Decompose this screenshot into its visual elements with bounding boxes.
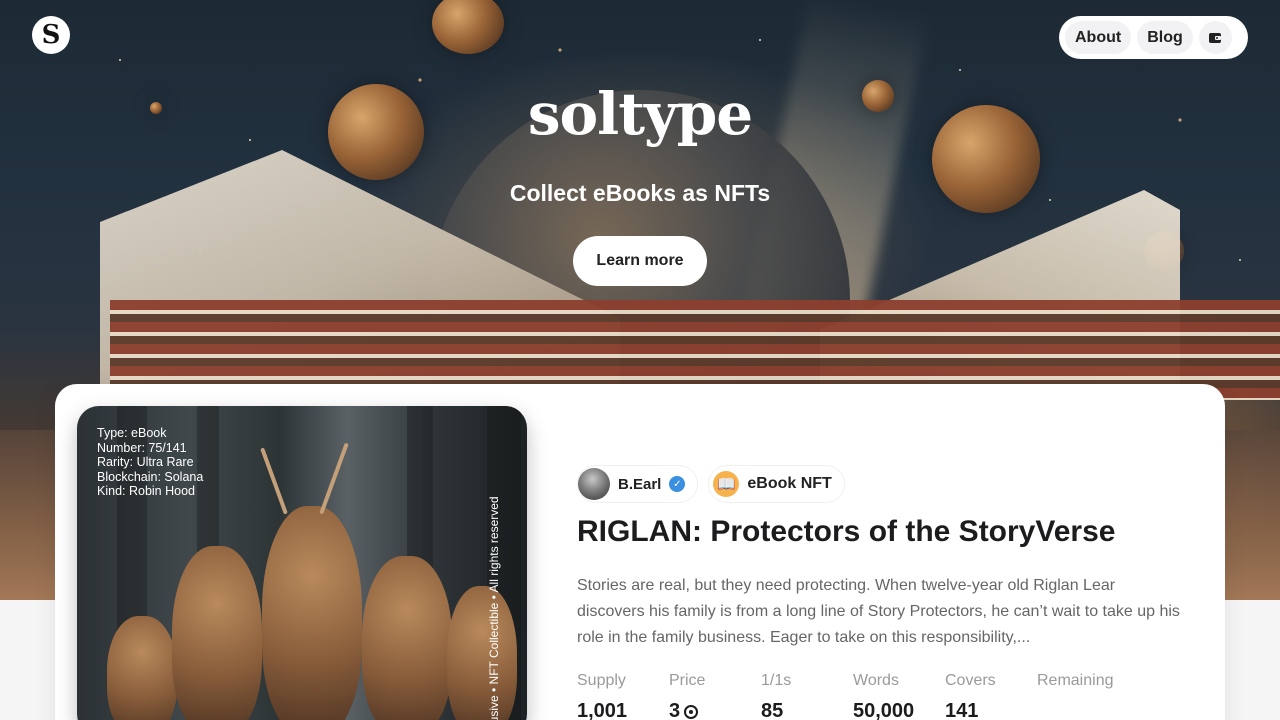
- stat-value-text: 1,001: [577, 700, 628, 720]
- hero-tagline: Collect eBooks as NFTs: [509, 180, 771, 206]
- stat-value: 3: [669, 700, 761, 720]
- category-label: eBook NFT: [747, 475, 832, 492]
- stat-label: Supply: [577, 672, 626, 689]
- brand-wordmark: soltype: [527, 80, 753, 148]
- logo-letter: S: [41, 20, 61, 50]
- stat-label: Words: [853, 672, 899, 689]
- stat-label: Price: [669, 672, 706, 689]
- deer-illustration: [172, 546, 262, 720]
- cover-meta-line: Type: eBook: [97, 426, 167, 440]
- stat-value-text: 141: [945, 700, 979, 720]
- author-avatar: [578, 468, 610, 500]
- deer-illustration: [107, 616, 177, 720]
- deer-illustration: [262, 506, 362, 720]
- deer-illustration: [362, 556, 452, 720]
- stat-one-of-ones: 1/1s 85: [761, 672, 853, 720]
- stat-value: 1,001: [577, 700, 669, 720]
- stat-supply: Supply 1,001: [577, 672, 669, 720]
- deer-illustration: [447, 586, 517, 720]
- cover-side-text: lusive • NFT Collectible • All rights re…: [487, 496, 501, 720]
- book-stats: Supply 1,001 Price 3 1/1s 85 Words 50,00…: [577, 672, 1129, 720]
- cover-meta-line: Kind: Robin Hood: [97, 484, 195, 499]
- cover-meta-line: Number: 75/141: [97, 440, 187, 455]
- verified-check-icon: ✓: [669, 476, 686, 492]
- book-cover[interactable]: Type: eBook Number: 75/141 Rarity: Ultra…: [77, 406, 527, 720]
- cover-metadata: Type: eBook Number: 75/141 Rarity: Ultra…: [97, 426, 203, 499]
- cover-meta-line: Blockchain: Solana: [97, 469, 204, 484]
- antler: [319, 442, 349, 515]
- category-chip[interactable]: 📖 eBook NFT: [708, 465, 845, 503]
- stat-value-text: 3: [669, 700, 681, 720]
- nav-about-link[interactable]: About: [1065, 21, 1132, 54]
- book-description: Stories are real, but they need protecti…: [577, 577, 1180, 646]
- site-logo[interactable]: S: [32, 16, 70, 54]
- stat-remaining: Remaining: [1037, 672, 1129, 720]
- author-chip[interactable]: B.Earl ✓: [577, 465, 699, 503]
- top-nav: About Blog: [1059, 16, 1248, 59]
- stat-value: 85: [761, 700, 853, 720]
- stat-words: Words 50,000: [853, 672, 945, 720]
- book-emoji-icon: 📖: [713, 471, 740, 497]
- stat-value: 50,000: [853, 700, 945, 720]
- stat-value-text: 50,000: [853, 700, 915, 720]
- solana-coin-icon: [684, 704, 699, 719]
- stat-value-text: 85: [761, 700, 784, 720]
- author-name: B.Earl: [618, 475, 662, 493]
- stat-label: Remaining: [1037, 672, 1114, 689]
- cover-meta-line: Rarity: Ultra Rare: [97, 455, 194, 470]
- learn-more-button[interactable]: Learn more: [573, 236, 707, 286]
- nav-blog-link[interactable]: Blog: [1137, 21, 1193, 54]
- stat-label: 1/1s: [761, 672, 792, 689]
- stat-covers: Covers 141: [945, 672, 1037, 720]
- book-title: RIGLAN: Protectors of the StoryVerse: [577, 515, 1116, 548]
- antler: [260, 447, 288, 515]
- stat-value: 141: [945, 700, 1037, 720]
- book-tags: B.Earl ✓ 📖 eBook NFT: [577, 465, 845, 503]
- wallet-button[interactable]: [1198, 21, 1232, 54]
- stat-price: Price 3: [669, 672, 761, 720]
- stat-label: Covers: [945, 672, 996, 689]
- wallet-icon: [1209, 32, 1222, 43]
